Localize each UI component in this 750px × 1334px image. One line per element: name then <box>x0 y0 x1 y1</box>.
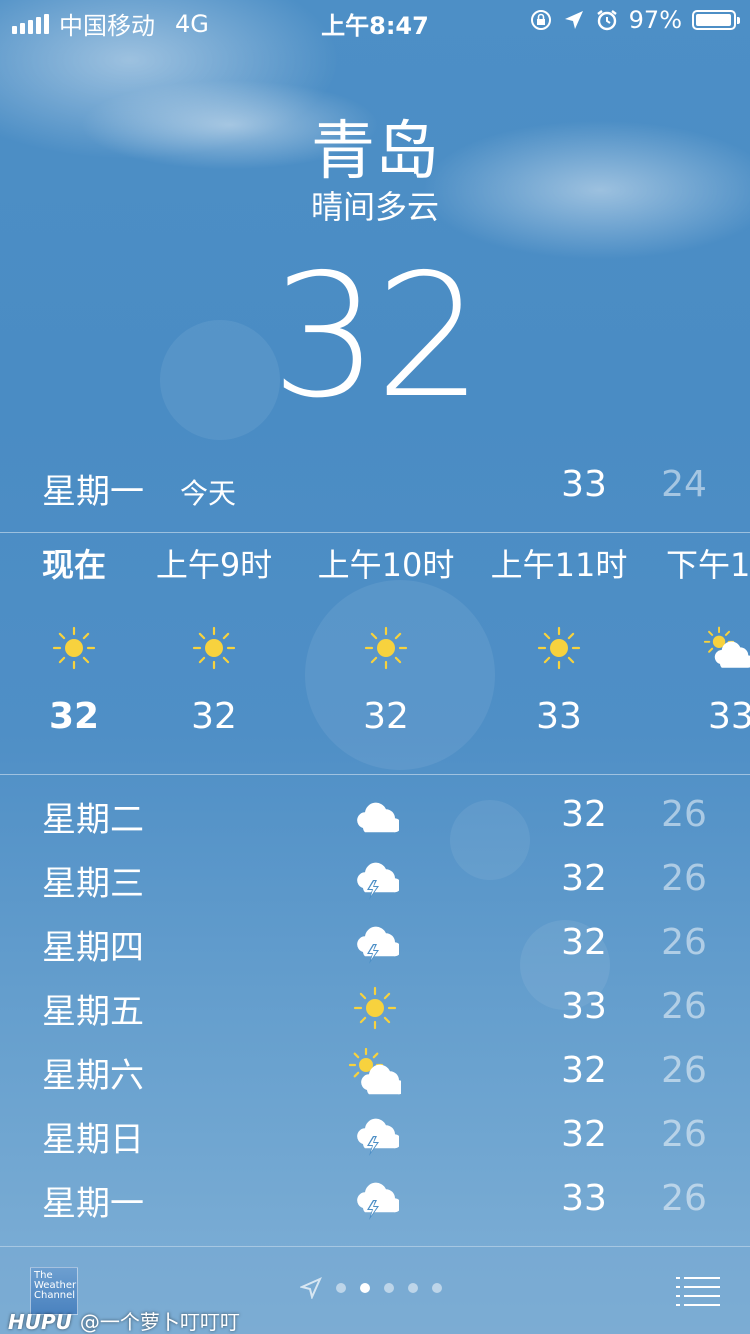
hourly-item: 上午10时 32 <box>296 540 476 737</box>
daily-day: 星期五 <box>42 992 144 1032</box>
page-dot <box>336 1283 346 1293</box>
today-day: 星期一 <box>42 472 144 512</box>
hourly-item: 上午11时 33 <box>469 540 649 737</box>
divider <box>0 532 750 533</box>
daily-row: 星期日 32 26 <box>0 1104 750 1168</box>
daily-row: 星期一 33 26 <box>0 1168 750 1232</box>
cloud-icon <box>345 786 405 846</box>
daily-row: 星期四 32 26 <box>0 912 750 976</box>
rotation-lock-icon <box>530 10 551 30</box>
daily-low: 26 <box>661 858 707 899</box>
today-high: 33 <box>561 464 607 505</box>
partly-cloudy-icon <box>660 624 750 694</box>
status-bar: 中国移动 4G 上午8:47 97% <box>0 0 750 40</box>
daily-high: 33 <box>561 986 607 1027</box>
hour-temp: 33 <box>536 696 582 737</box>
hourly-item: 下午1 33 <box>660 540 750 737</box>
thunderstorm-icon <box>345 850 405 910</box>
partly-cloudy-icon <box>345 1042 405 1102</box>
daily-day: 星期四 <box>42 928 144 968</box>
hour-label: 上午11时 <box>490 546 628 584</box>
daily-row: 星期五 33 26 <box>0 976 750 1040</box>
weather-condition: 晴间多云 <box>310 188 439 226</box>
watermark-brand: HUPU <box>8 1310 72 1334</box>
hour-temp: 33 <box>708 696 750 737</box>
daily-high: 32 <box>561 1114 607 1155</box>
hourly-item: 上午9时 32 <box>124 540 304 737</box>
hour-label: 上午10时 <box>317 546 455 584</box>
daily-row: 星期二 32 26 <box>0 784 750 848</box>
sun-icon <box>296 624 476 694</box>
sun-icon <box>124 624 304 694</box>
hour-temp: 32 <box>191 696 237 737</box>
thunderstorm-icon <box>345 914 405 974</box>
daily-day: 星期三 <box>42 864 144 904</box>
hourly-forecast[interactable]: 现在 32 上午9时 32 上午10时 32 上午11时 33 下午1 33 <box>0 540 750 770</box>
today-label: 今天 <box>180 477 237 510</box>
page-dot-active <box>360 1283 370 1293</box>
battery-percent: 97% <box>628 6 682 34</box>
weather-screen: 中国移动 4G 上午8:47 97% 青岛 晴间多云 32 星期一 今天 33 … <box>0 0 750 1334</box>
page-dot <box>408 1283 418 1293</box>
divider <box>0 774 750 775</box>
today-summary: 星期一 今天 33 24 <box>0 462 750 512</box>
daily-high: 32 <box>561 1050 607 1091</box>
city-name: 青岛 <box>311 115 439 189</box>
thunderstorm-icon <box>345 1170 405 1230</box>
current-temperature: 32 <box>270 238 483 436</box>
current-location-arrow-icon <box>300 1277 322 1299</box>
daily-day: 星期一 <box>42 1184 144 1224</box>
hour-label: 上午9时 <box>155 546 273 584</box>
daily-high: 32 <box>561 794 607 835</box>
watermark-handle: @一个萝卜叮叮叮 <box>79 1310 240 1334</box>
daily-low: 26 <box>661 1114 707 1155</box>
city-list-icon[interactable] <box>676 1277 720 1307</box>
daily-low: 26 <box>661 1050 707 1091</box>
hour-label: 下午1 <box>666 546 750 584</box>
daily-low: 26 <box>661 986 707 1027</box>
daily-low: 26 <box>661 922 707 963</box>
page-indicator[interactable] <box>300 1277 442 1299</box>
daily-high: 32 <box>561 922 607 963</box>
today-low: 24 <box>661 464 707 505</box>
daily-row: 星期三 32 26 <box>0 848 750 912</box>
daily-day: 星期二 <box>42 800 144 840</box>
alarm-icon <box>596 10 617 31</box>
page-dot <box>384 1283 394 1293</box>
daily-high: 33 <box>561 1178 607 1219</box>
daily-day: 星期日 <box>42 1120 144 1160</box>
battery-icon <box>692 10 740 30</box>
daily-high: 32 <box>561 858 607 899</box>
daily-low: 26 <box>661 794 707 835</box>
daily-low: 26 <box>661 1178 707 1219</box>
daily-day: 星期六 <box>42 1056 144 1096</box>
hour-temp: 32 <box>363 696 409 737</box>
watermark: HUPU @一个萝卜叮叮叮 <box>8 1306 240 1334</box>
page-dot <box>432 1283 442 1293</box>
sun-icon <box>469 624 649 694</box>
thunderstorm-icon <box>345 1106 405 1166</box>
daily-row: 星期六 32 26 <box>0 1040 750 1104</box>
sun-icon <box>345 978 405 1038</box>
location-arrow-icon <box>564 11 583 29</box>
